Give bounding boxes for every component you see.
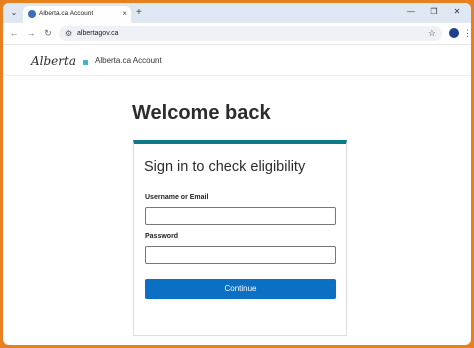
back-icon[interactable]: ← — [8, 27, 20, 39]
alberta-logo-mark-icon — [83, 60, 88, 65]
username-label: Username or Email — [145, 194, 209, 201]
tab-alberta-account[interactable]: Alberta.ca Account × — [23, 6, 131, 23]
site-header: Alberta Alberta.ca Account — [3, 46, 471, 76]
password-label: Password — [145, 233, 179, 240]
username-input[interactable] — [145, 207, 336, 225]
tab-strip: ⌄ Alberta.ca Account × + — ❐ ✕ — [3, 3, 471, 23]
address-url[interactable]: albertagov.ca — [77, 27, 119, 40]
password-input[interactable] — [145, 246, 336, 264]
sign-in-card: Sign in to check eligibility Username or… — [133, 140, 347, 336]
reload-icon[interactable]: ↻ — [42, 27, 54, 39]
minimize-icon[interactable]: — — [403, 6, 419, 18]
address-bar[interactable]: ⚙ albertagov.ca ☆ — [59, 26, 442, 41]
favicon-icon — [28, 10, 36, 18]
restore-icon[interactable]: ❐ — [426, 6, 442, 18]
close-tab-icon[interactable]: × — [122, 9, 127, 19]
new-tab-icon[interactable]: + — [136, 7, 142, 19]
browser-window: ⌄ Alberta.ca Account × + — ❐ ✕ ← → ↻ ⚙ a… — [3, 3, 471, 345]
window-close-icon[interactable]: ✕ — [449, 6, 465, 18]
bookmark-star-icon[interactable]: ☆ — [428, 27, 436, 40]
browser-toolbar: ← → ↻ ⚙ albertagov.ca ☆ ⋮ — [3, 23, 471, 45]
site-info-icon[interactable]: ⚙ — [65, 27, 72, 40]
alberta-logo[interactable]: Alberta — [31, 53, 76, 69]
page-heading: Welcome back — [132, 102, 271, 124]
forward-icon[interactable]: → — [25, 27, 37, 39]
profile-avatar-icon[interactable] — [449, 28, 459, 38]
continue-button[interactable]: Continue — [145, 279, 336, 299]
site-title: Alberta.ca Account — [95, 56, 162, 65]
card-title: Sign in to check eligibility — [144, 159, 306, 175]
tab-title: Alberta.ca Account — [39, 10, 94, 17]
browser-menu-icon[interactable]: ⋮ — [463, 27, 471, 39]
tab-search-icon[interactable]: ⌄ — [7, 7, 21, 19]
